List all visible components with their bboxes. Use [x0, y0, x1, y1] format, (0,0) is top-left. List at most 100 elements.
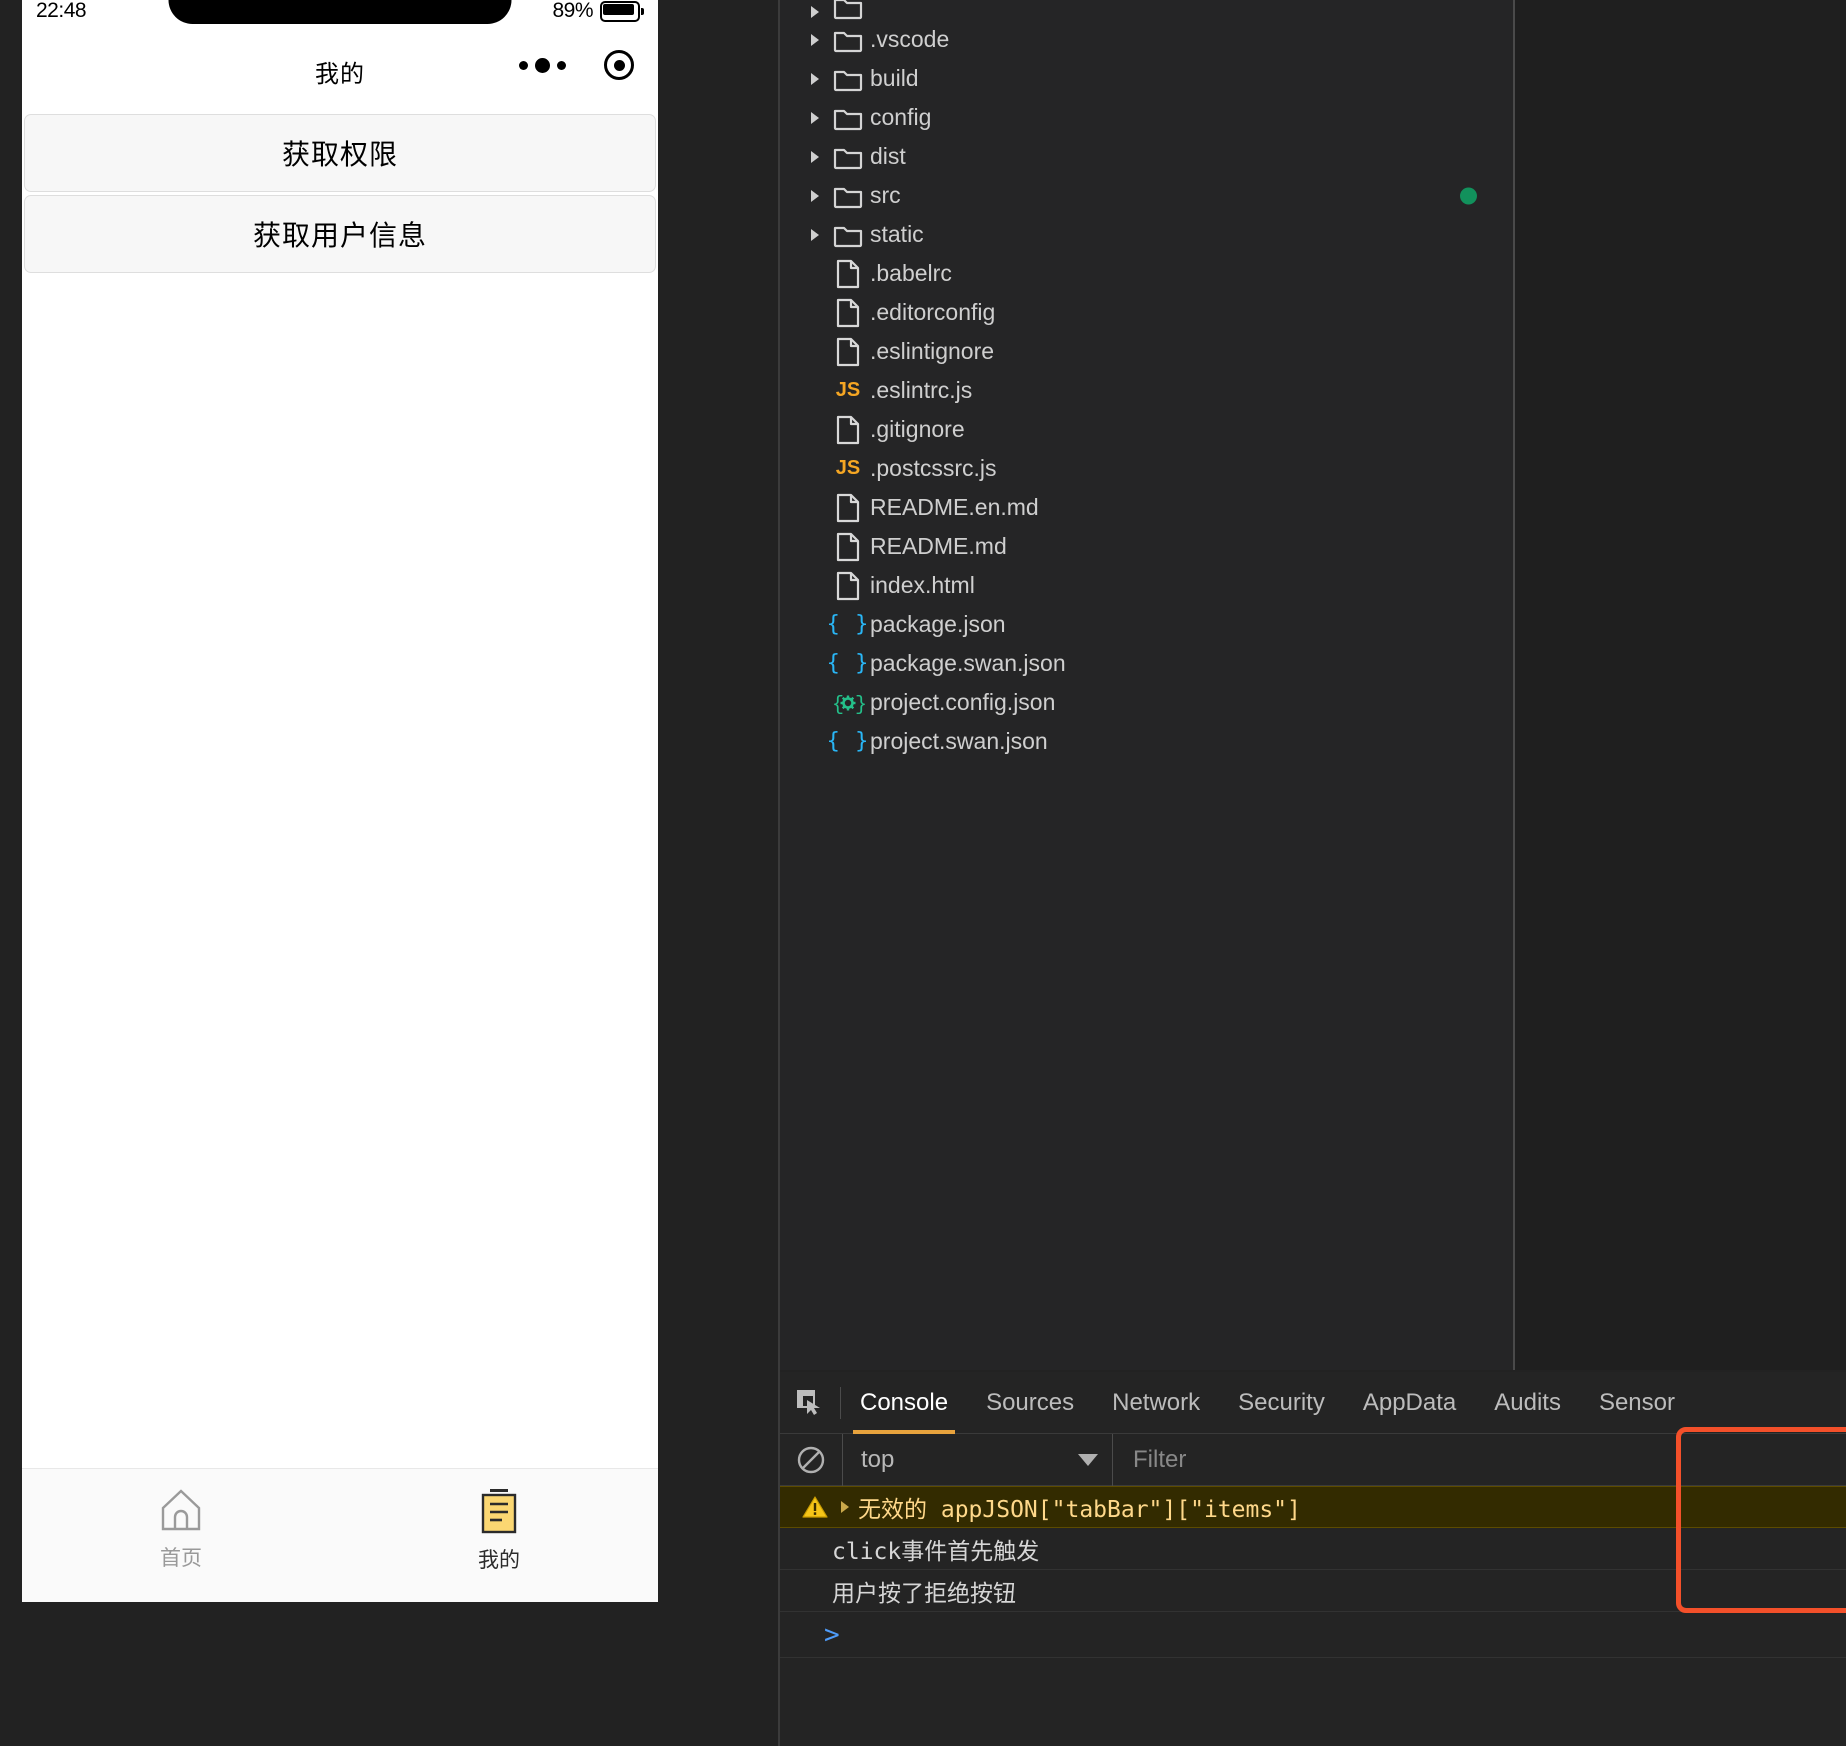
devtools-tab-list[interactable]: Console Sources Network Security AppData Audi…	[841, 1372, 1694, 1434]
file-tree-item-label: .eslintignore	[870, 338, 995, 364]
file-tree-file-row[interactable]: .eslintignore	[780, 332, 1515, 371]
devtools-tab-security[interactable]: Security	[1219, 1372, 1344, 1434]
svg-text:}: }	[855, 694, 865, 716]
file-tree-file-row[interactable]: { } package.swan.json	[780, 644, 1515, 683]
json-file-icon: { }	[826, 651, 870, 676]
file-tree-file-row[interactable]: .editorconfig	[780, 293, 1515, 332]
file-tree-item-label: .editorconfig	[870, 299, 996, 325]
file-tree-folder-row[interactable]: src	[780, 176, 1515, 215]
console-log-row[interactable]: click事件首先触发	[780, 1528, 1846, 1570]
chevron-right-icon[interactable]	[804, 149, 826, 165]
devtools-tab-sensor[interactable]: Sensor	[1580, 1372, 1694, 1434]
chevron-down-icon[interactable]	[1078, 1453, 1098, 1466]
more-dots-icon[interactable]	[519, 57, 566, 73]
file-tree-item-label: .babelrc	[870, 260, 952, 286]
status-bar-right: 89%	[552, 0, 644, 22]
tabbar-item-home[interactable]: 首页	[22, 1488, 340, 1572]
devtools-tab-appdata[interactable]: AppData	[1344, 1372, 1475, 1434]
console-warning-text: 无效的 appJSON["tabBar"]["items"]	[858, 1497, 1301, 1523]
phone-simulator: 22:48 89% 我的 获取权限 获取用户信息 首页 我的	[22, 0, 658, 1602]
tabbar-item-mine[interactable]: 我的	[340, 1488, 658, 1574]
file-tree-item-label: project.swan.json	[870, 728, 1048, 754]
prompt-chevron-icon: >	[824, 1619, 840, 1650]
file-tree-item-label: static	[870, 221, 924, 247]
file-tree-folder-row[interactable]	[780, 0, 1515, 20]
json-config-file-icon: {}	[826, 690, 870, 716]
js-file-icon: JS	[835, 457, 861, 479]
file-tree-file-row[interactable]: .babelrc	[780, 254, 1515, 293]
file-tree-file-row[interactable]: { } package.json	[780, 605, 1515, 644]
folder-icon	[826, 105, 870, 131]
home-icon	[161, 1489, 201, 1531]
file-tree-item-label: .postcssrc.js	[870, 455, 997, 481]
status-bar-time: 22:48	[36, 0, 87, 22]
console-input-prompt[interactable]: >	[780, 1612, 1846, 1658]
chevron-right-icon[interactable]	[804, 71, 826, 87]
page-body: 获取权限 获取用户信息	[22, 114, 658, 1451]
file-icon	[826, 532, 870, 562]
expand-arrow-icon[interactable]	[832, 1499, 858, 1515]
get-permission-button[interactable]: 获取权限	[24, 114, 656, 192]
file-tree-folder-row[interactable]: .vscode	[780, 20, 1515, 59]
warning-triangle-icon	[798, 1495, 832, 1519]
file-tree-folder-row[interactable]: config	[780, 98, 1515, 137]
file-tree[interactable]: .vscode build config dist src static .babelrc.…	[780, 0, 1515, 1370]
file-tree-item-label: project.config.json	[870, 689, 1056, 715]
battery-icon	[600, 0, 644, 22]
file-tree-file-row[interactable]: JS .postcssrc.js	[780, 449, 1515, 488]
devtools-tab-console[interactable]: Console	[841, 1372, 967, 1434]
mini-program-navbar: 我的	[22, 28, 658, 111]
tabbar-label-mine: 我的	[478, 1548, 520, 1572]
file-icon	[826, 415, 870, 445]
file-tree-folder-row[interactable]: static	[780, 215, 1515, 254]
file-tree-item-label: build	[870, 65, 919, 91]
chevron-right-icon[interactable]	[804, 4, 826, 20]
file-tree-item-label: package.json	[870, 611, 1006, 637]
file-tree-item-label: README.en.md	[870, 494, 1039, 520]
folder-icon	[826, 144, 870, 170]
no-entry-clear-icon[interactable]	[780, 1445, 842, 1475]
file-icon	[826, 493, 870, 523]
file-tree-file-row[interactable]: README.md	[780, 527, 1515, 566]
inspect-cursor-icon[interactable]	[780, 1372, 840, 1434]
chevron-right-icon[interactable]	[804, 188, 826, 204]
notch	[168, 0, 512, 24]
file-tree-file-row[interactable]: .gitignore	[780, 410, 1515, 449]
status-bar: 22:48 89%	[22, 0, 658, 28]
capsule-buttons[interactable]	[519, 50, 634, 80]
battery-percent-label: 89%	[552, 0, 593, 22]
folder-icon	[826, 222, 870, 248]
file-tree-item-label: .eslintrc.js	[870, 377, 973, 403]
devtools-tab-network[interactable]: Network	[1093, 1372, 1219, 1434]
js-file-icon: JS	[835, 379, 861, 401]
file-icon	[826, 298, 870, 328]
console-log-row[interactable]: 用户按了拒绝按钮	[780, 1570, 1846, 1612]
file-tree-file-row[interactable]: JS .eslintrc.js	[780, 371, 1515, 410]
file-tree-item-label: dist	[870, 143, 906, 169]
file-tree-item-label: config	[870, 104, 932, 130]
devtools-panel: .vscode build config dist src static .babelrc.…	[778, 0, 1846, 1746]
chevron-right-icon[interactable]	[804, 227, 826, 243]
chevron-right-icon[interactable]	[804, 32, 826, 48]
file-tree-file-row[interactable]: index.html	[780, 566, 1515, 605]
svg-text:{: {	[832, 694, 844, 716]
target-circle-icon[interactable]	[604, 50, 634, 80]
console-filter-input[interactable]: Filter	[1112, 1433, 1846, 1486]
page-blank-area	[22, 276, 658, 1451]
file-tree-file-row[interactable]: README.en.md	[780, 488, 1515, 527]
devtools-tab-audits[interactable]: Audits	[1475, 1372, 1580, 1434]
chevron-right-icon[interactable]	[804, 110, 826, 126]
console-context-select[interactable]: top	[842, 1433, 1112, 1486]
get-userinfo-button[interactable]: 获取用户信息	[24, 195, 656, 273]
devtools-tab-sources[interactable]: Sources	[967, 1372, 1093, 1434]
file-tree-folder-row[interactable]: dist	[780, 137, 1515, 176]
file-tree-file-row[interactable]: {}project.config.json	[780, 683, 1515, 722]
console-warning-row[interactable]: 无效的 appJSON["tabBar"]["items"]	[780, 1486, 1846, 1528]
json-file-icon: { }	[826, 729, 870, 754]
json-file-icon: { }	[826, 612, 870, 637]
console-log-text: 用户按了拒绝按钮	[832, 1580, 1016, 1607]
file-tree-file-row[interactable]: { } project.swan.json	[780, 722, 1515, 761]
folder-icon	[826, 27, 870, 53]
file-icon	[826, 259, 870, 289]
file-tree-folder-row[interactable]: build	[780, 59, 1515, 98]
